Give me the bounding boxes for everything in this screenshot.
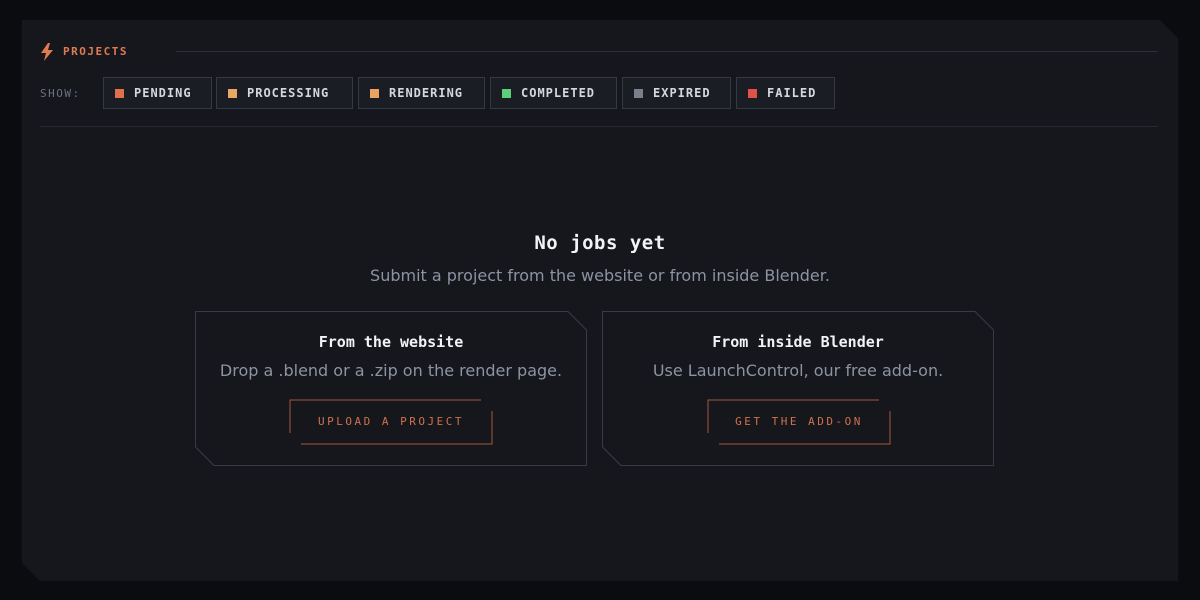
- projects-title: PROJECTS: [63, 45, 128, 58]
- show-label: SHOW:: [40, 87, 81, 100]
- filter-chip-pending[interactable]: PENDING: [103, 77, 212, 109]
- filter-chip-rendering[interactable]: RENDERING: [358, 77, 485, 109]
- filter-chip-expired[interactable]: EXPIRED: [622, 77, 731, 109]
- filter-chip-completed[interactable]: COMPLETED: [490, 77, 617, 109]
- card-title: From inside Blender: [712, 333, 884, 351]
- empty-state-title: No jobs yet: [534, 232, 666, 254]
- card-description: Use LaunchControl, our free add-on.: [652, 361, 944, 380]
- filter-chip-failed[interactable]: FAILED: [736, 77, 835, 109]
- filter-chip-label: PROCESSING: [247, 86, 330, 100]
- projects-panel: PROJECTS SHOW: PENDING PROCESSING RENDER…: [22, 20, 1178, 581]
- upload-project-label: UPLOAD A PROJECT: [318, 415, 464, 428]
- status-swatch: [370, 88, 379, 98]
- filter-chip-processing[interactable]: PROCESSING: [216, 77, 353, 109]
- filter-chip-label: PENDING: [134, 86, 192, 100]
- projects-header: PROJECTS: [40, 42, 1158, 62]
- bolt-icon: [41, 43, 53, 61]
- empty-state-subtitle: Submit a project from the website or fro…: [370, 266, 830, 285]
- status-swatch: [228, 88, 237, 98]
- card-from-website: From the website Drop a .blend or a .zip…: [195, 311, 587, 466]
- status-swatch: [502, 88, 511, 98]
- upload-project-button[interactable]: UPLOAD A PROJECT: [289, 399, 493, 445]
- status-filter-bar: SHOW: PENDING PROCESSING RENDERING COMPL…: [40, 77, 1158, 111]
- card-title: From the website: [318, 333, 464, 351]
- filter-chip-label: FAILED: [767, 86, 817, 100]
- header-divider: [176, 51, 1158, 52]
- filter-chip-label: RENDERING: [389, 86, 464, 100]
- get-addon-label: GET THE ADD-ON: [735, 415, 863, 428]
- filter-divider: [40, 126, 1158, 127]
- card-description: Drop a .blend or a .zip on the render pa…: [219, 361, 563, 380]
- get-addon-button[interactable]: GET THE ADD-ON: [707, 399, 891, 445]
- card-from-blender: From inside Blender Use LaunchControl, o…: [602, 311, 994, 466]
- status-swatch: [634, 88, 643, 98]
- status-swatch: [748, 88, 757, 98]
- status-swatch: [115, 88, 124, 98]
- filter-chip-label: COMPLETED: [521, 86, 596, 100]
- filter-chip-label: EXPIRED: [653, 86, 711, 100]
